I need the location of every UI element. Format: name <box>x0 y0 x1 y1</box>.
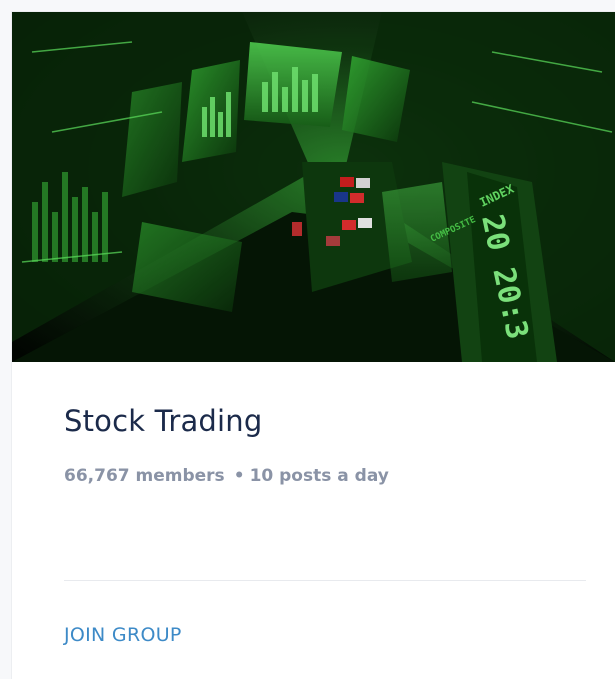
group-title[interactable]: Stock Trading <box>64 404 262 438</box>
stats-separator: • <box>233 466 245 486</box>
join-group-button[interactable]: JOIN GROUP <box>64 624 182 646</box>
post-frequency: 10 posts a day <box>249 466 389 486</box>
group-cover-image: 20 20:3 INDEX COMPOSITE <box>12 12 615 362</box>
card-divider <box>64 580 586 581</box>
group-stats: 66,767 members • 10 posts a day <box>64 466 389 486</box>
group-card: 20 20:3 INDEX COMPOSITE Stock Trading 66… <box>12 12 615 679</box>
member-count: 66,767 members <box>64 466 225 486</box>
